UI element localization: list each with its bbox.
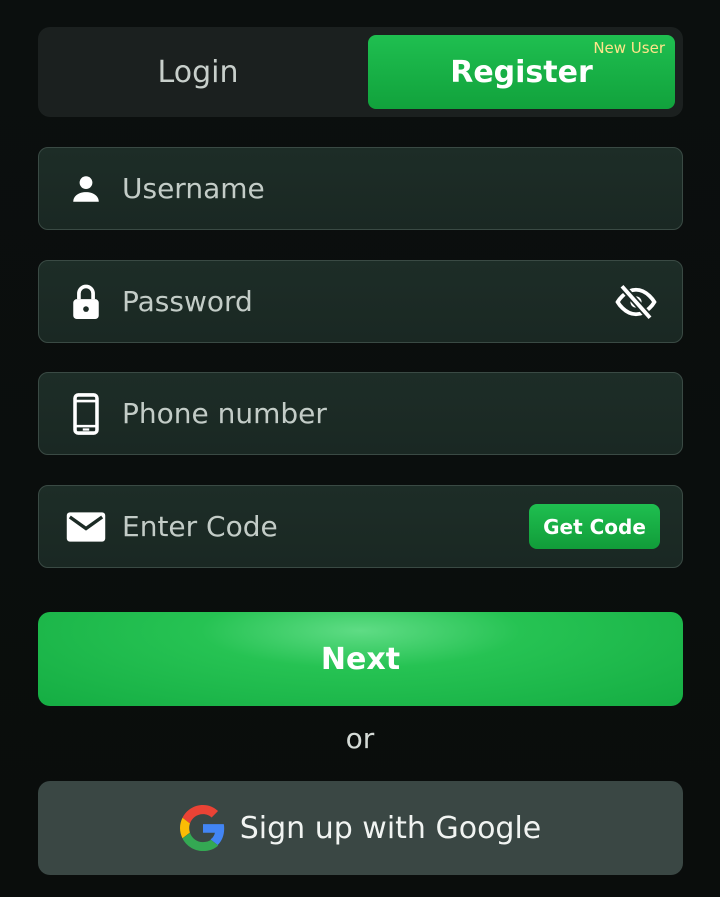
lock-icon	[61, 282, 111, 322]
phone-icon	[61, 392, 111, 435]
password-input[interactable]	[122, 261, 612, 342]
username-field	[38, 147, 683, 230]
google-signup-label: Sign up with Google	[239, 810, 542, 846]
phone-field	[38, 372, 683, 455]
register-page: Login Register New User Username Phone n…	[0, 0, 720, 897]
new-user-badge: New User	[593, 39, 665, 57]
get-code-button[interactable]: Get Code	[529, 504, 660, 549]
user-icon	[61, 172, 111, 206]
next-button[interactable]: Next	[38, 612, 683, 706]
username-input[interactable]	[122, 148, 682, 229]
tab-login[interactable]: Login	[38, 27, 358, 117]
mail-icon	[61, 511, 111, 543]
tab-register-label: Register	[450, 54, 593, 90]
google-icon	[179, 805, 226, 851]
auth-tabs: Login Register New User	[38, 27, 683, 117]
phone-input[interactable]	[122, 373, 682, 454]
password-field	[38, 260, 683, 343]
tab-register[interactable]: Register New User	[368, 35, 675, 109]
code-input[interactable]	[122, 486, 529, 567]
eye-off-icon[interactable]	[612, 278, 660, 326]
google-signup-button[interactable]: Sign up with Google	[38, 781, 683, 875]
divider-text: or	[345, 722, 375, 755]
code-field: Get Code	[38, 485, 683, 568]
